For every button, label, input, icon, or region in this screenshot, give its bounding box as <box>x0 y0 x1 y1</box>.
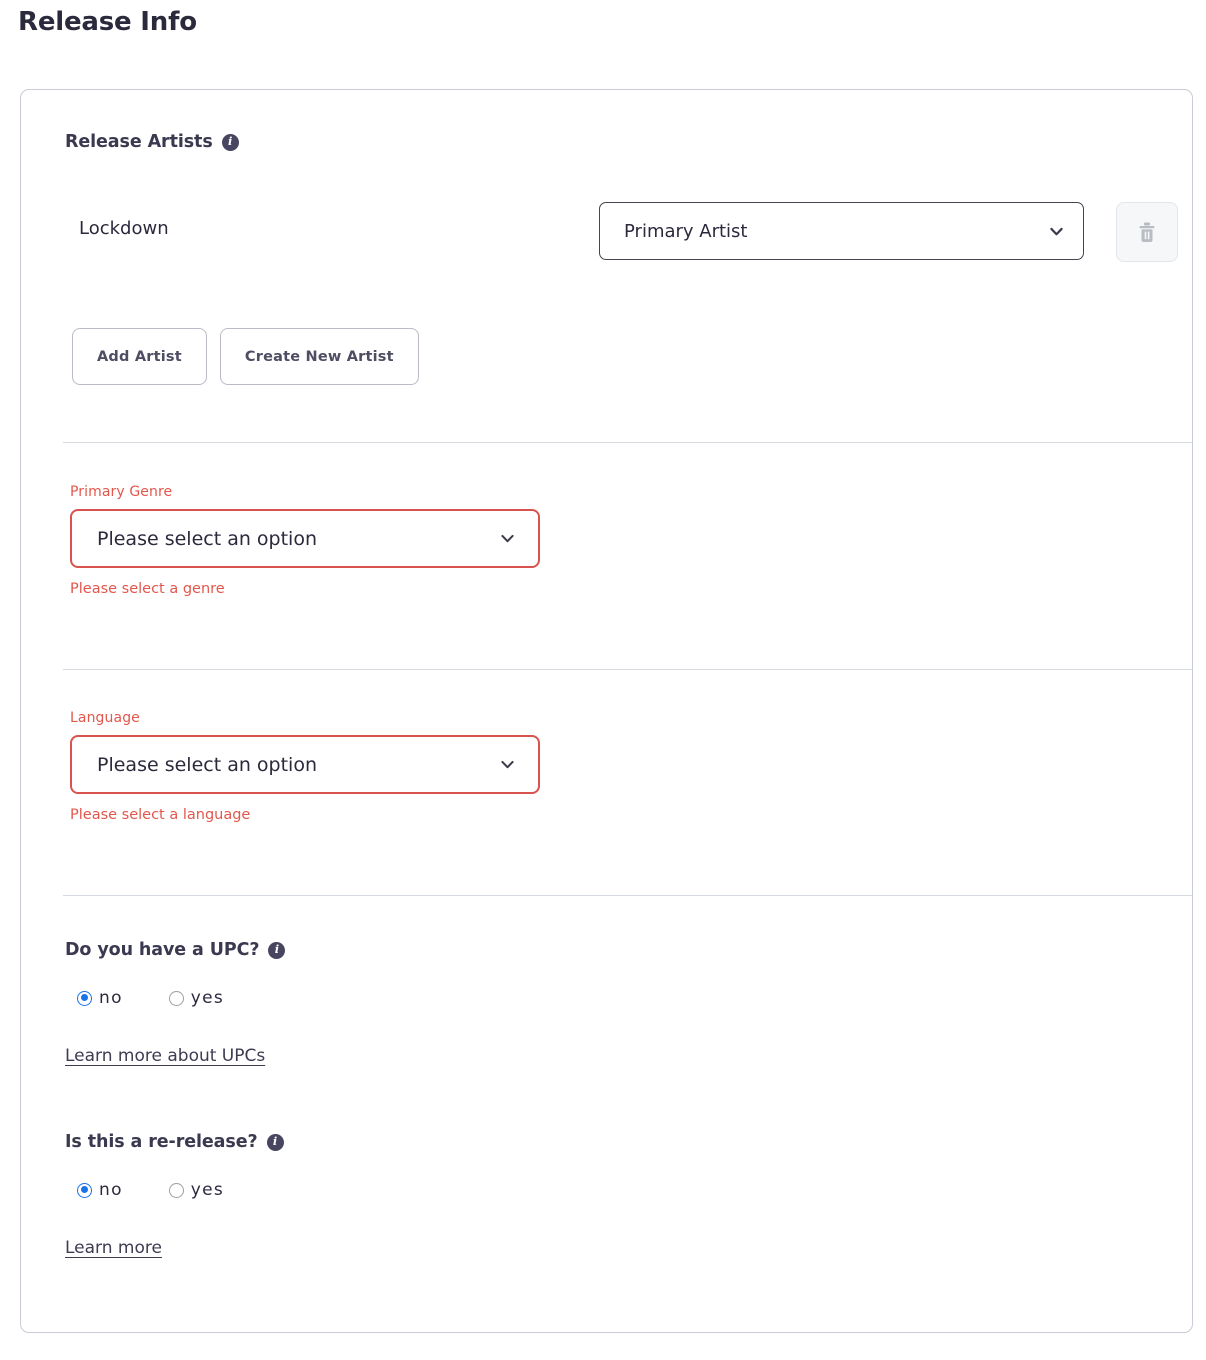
chevron-down-icon <box>1048 223 1065 240</box>
radio-indicator <box>77 991 92 1006</box>
divider <box>63 669 1192 670</box>
page-title: Release Info <box>18 4 1206 44</box>
rerelease-question: Is this a re-release? i <box>65 1132 284 1152</box>
radio-indicator <box>169 991 184 1006</box>
rerelease-radio-yes-label: yes <box>191 1180 224 1200</box>
language-value: Please select an option <box>97 754 499 776</box>
upc-radio-yes[interactable]: yes <box>169 988 224 1008</box>
upc-radio-no-label: no <box>99 988 123 1008</box>
upc-radio-group: no yes <box>65 988 285 1008</box>
upc-question-label: Do you have a UPC? <box>65 940 259 960</box>
primary-genre-label: Primary Genre <box>70 484 540 500</box>
primary-genre-field: Primary Genre Please select an option Pl… <box>70 484 540 597</box>
divider <box>63 895 1192 896</box>
release-artists-heading: Release Artists i <box>65 132 239 152</box>
release-artists-heading-label: Release Artists <box>65 132 213 152</box>
upc-radio-yes-label: yes <box>191 988 224 1008</box>
artist-row: Lockdown Primary Artist <box>65 202 1170 262</box>
language-label: Language <box>70 710 540 726</box>
rerelease-question-label: Is this a re-release? <box>65 1132 258 1152</box>
language-error: Please select a language <box>70 807 540 823</box>
trash-icon <box>1137 221 1157 244</box>
learn-more-link[interactable]: Learn more <box>65 1238 162 1258</box>
delete-artist-button[interactable] <box>1116 202 1178 262</box>
create-new-artist-button[interactable]: Create New Artist <box>220 328 419 385</box>
primary-genre-value: Please select an option <box>97 528 499 550</box>
artist-name: Lockdown <box>79 218 169 239</box>
rerelease-radio-no-label: no <box>99 1180 123 1200</box>
artist-actions: Add Artist Create New Artist <box>72 328 419 385</box>
rerelease-radio-group: no yes <box>65 1180 284 1200</box>
upc-question-block: Do you have a UPC? i no yes Learn more a… <box>65 940 285 1066</box>
upc-question: Do you have a UPC? i <box>65 940 285 960</box>
radio-indicator <box>169 1183 184 1198</box>
learn-more-about-upcs-link[interactable]: Learn more about UPCs <box>65 1046 265 1066</box>
add-artist-button[interactable]: Add Artist <box>72 328 207 385</box>
language-select[interactable]: Please select an option <box>70 735 540 794</box>
divider <box>63 442 1192 443</box>
rerelease-question-block: Is this a re-release? i no yes Learn mor… <box>65 1132 284 1258</box>
rerelease-radio-no[interactable]: no <box>77 1180 123 1200</box>
info-icon[interactable]: i <box>222 134 239 151</box>
language-field: Language Please select an option Please … <box>70 710 540 823</box>
radio-indicator <box>77 1183 92 1198</box>
rerelease-radio-yes[interactable]: yes <box>169 1180 224 1200</box>
primary-genre-select[interactable]: Please select an option <box>70 509 540 568</box>
chevron-down-icon <box>499 530 516 547</box>
artist-role-select[interactable]: Primary Artist <box>599 202 1084 260</box>
upc-radio-no[interactable]: no <box>77 988 123 1008</box>
artist-role-value: Primary Artist <box>624 221 1048 242</box>
info-icon[interactable]: i <box>267 1134 284 1151</box>
info-icon[interactable]: i <box>268 942 285 959</box>
chevron-down-icon <box>499 756 516 773</box>
release-info-card: Release Artists i Lockdown Primary Artis… <box>20 89 1193 1333</box>
primary-genre-error: Please select a genre <box>70 581 540 597</box>
